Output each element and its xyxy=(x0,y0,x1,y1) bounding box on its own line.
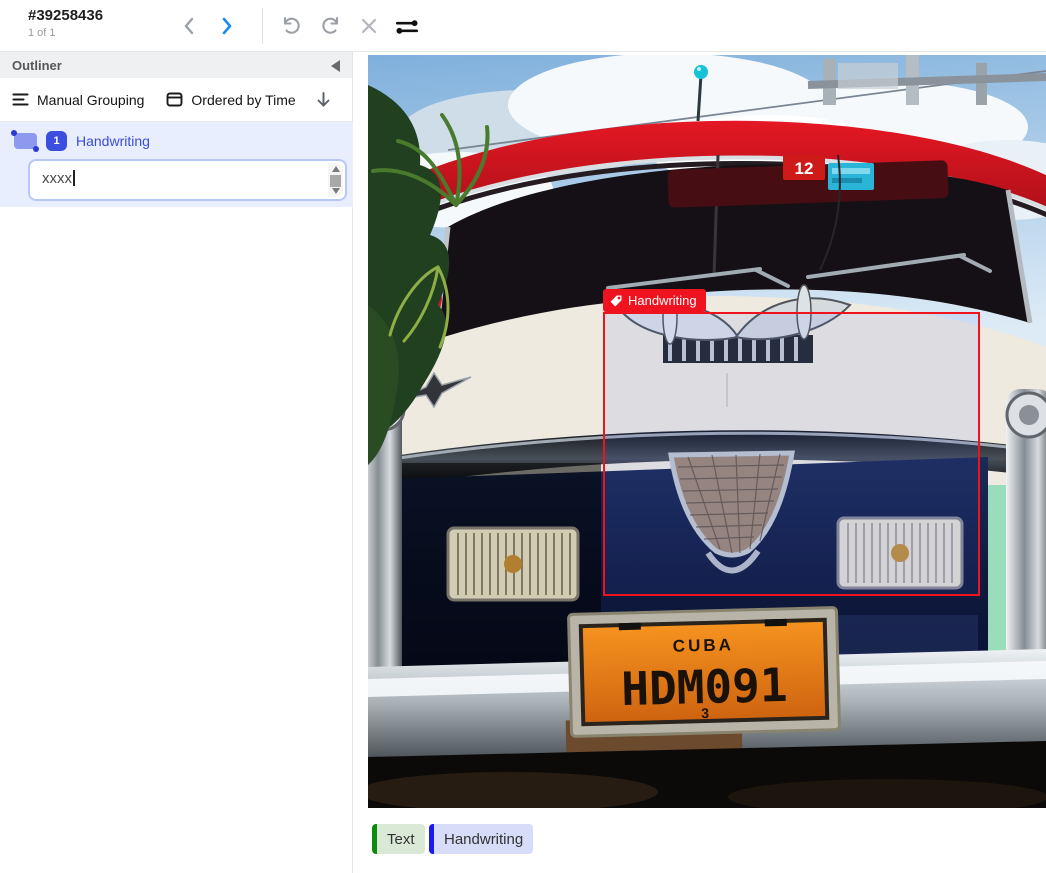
ordered-by-time-icon xyxy=(166,91,183,108)
sliders-icon xyxy=(394,14,420,40)
label-text-name: Text xyxy=(387,831,415,848)
outliner-title: Outliner xyxy=(12,58,62,73)
label-text-button[interactable]: Text xyxy=(372,824,425,854)
region-text-input[interactable]: xxxx xyxy=(28,159,347,201)
redo-button[interactable] xyxy=(319,14,343,38)
task-id: #39258436 xyxy=(28,7,103,24)
chevron-left-icon xyxy=(178,14,202,38)
region-label: Handwriting xyxy=(76,133,150,149)
input-scrollbar[interactable] xyxy=(328,163,343,197)
blue-sticker xyxy=(828,163,874,190)
label-handwriting-name: Handwriting xyxy=(444,831,523,848)
outliner-controls: Manual Grouping Ordered by Time xyxy=(0,78,352,122)
collapse-panel-icon[interactable] xyxy=(331,60,340,72)
outliner-panel: Outliner Manual Grouping Ordered by Time… xyxy=(0,52,353,873)
label-studio-app: #39258436 1 of 1 Outliner xyxy=(0,0,1046,873)
sticker-number: 12 xyxy=(795,159,814,178)
manual-grouping-icon xyxy=(12,91,29,108)
plate-suffix: 3 xyxy=(701,705,709,721)
reset-button[interactable] xyxy=(357,14,381,38)
chevron-right-icon xyxy=(214,14,238,38)
arrow-down-icon xyxy=(314,90,333,109)
prev-task-button[interactable] xyxy=(178,14,202,38)
top-toolbar: #39258436 1 of 1 xyxy=(0,0,1046,52)
undo-button[interactable] xyxy=(279,14,303,38)
sort-direction-button[interactable] xyxy=(314,90,334,110)
region-index-badge: 1 xyxy=(46,131,67,151)
license-plate: CUBA HDM091 3 xyxy=(568,608,839,737)
ordering-label: Ordered by Time xyxy=(191,92,295,108)
settings-button[interactable] xyxy=(394,14,418,38)
bbox-label-tag[interactable]: Handwriting xyxy=(603,289,706,312)
next-task-button[interactable] xyxy=(214,14,238,38)
label-handwriting-button[interactable]: Handwriting xyxy=(429,824,533,854)
bbox-region-handwriting[interactable]: Handwriting xyxy=(603,312,980,596)
scroll-down-icon[interactable] xyxy=(332,188,340,194)
grouping-button[interactable]: Manual Grouping xyxy=(12,91,144,108)
grouping-label: Manual Grouping xyxy=(37,92,144,108)
text-caret xyxy=(73,170,75,186)
undo-icon xyxy=(279,14,303,38)
region-row[interactable]: 1 Handwriting xyxy=(0,122,353,159)
redo-icon xyxy=(319,14,343,38)
ordering-button[interactable]: Ordered by Time xyxy=(166,91,295,108)
task-counter: 1 of 1 xyxy=(28,27,103,39)
scroll-thumb[interactable] xyxy=(330,175,341,187)
close-icon xyxy=(357,14,381,38)
task-info: #39258436 1 of 1 xyxy=(28,7,103,39)
toolbar-divider xyxy=(262,8,263,44)
fog-light-left xyxy=(448,528,578,600)
bbox-label-text: Handwriting xyxy=(628,293,697,308)
rectangle-region-icon xyxy=(14,133,37,149)
plate-country: CUBA xyxy=(673,635,735,656)
tag-icon xyxy=(609,294,623,308)
region-item-selected: 1 Handwriting xxxx xyxy=(0,122,353,207)
scroll-up-icon[interactable] xyxy=(332,166,340,172)
region-text-value: xxxx xyxy=(42,170,72,187)
outliner-header: Outliner xyxy=(0,52,352,78)
annotation-canvas[interactable]: 12 xyxy=(368,55,1046,808)
